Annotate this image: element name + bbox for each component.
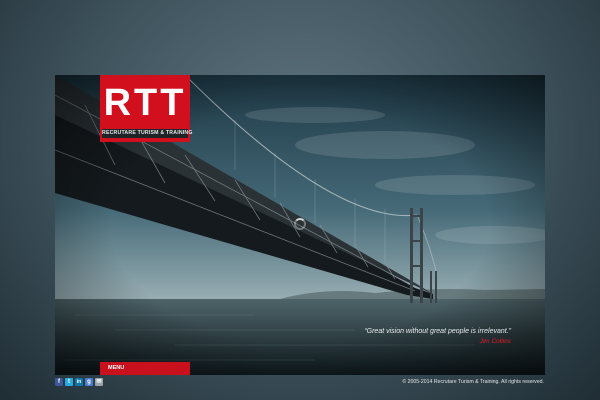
logo-mark: RTT <box>103 82 187 124</box>
hero-background: RTT Recrutare Turism & Training “Great v… <box>55 75 545 375</box>
quote-text: “Great vision without great people is ir… <box>364 328 511 335</box>
loading-spinner-icon <box>294 218 306 230</box>
email-icon[interactable]: ✉ <box>95 378 103 386</box>
google-plus-icon[interactable]: g <box>85 378 93 386</box>
quote-author: Jim Collins <box>479 338 511 345</box>
facebook-icon[interactable]: f <box>55 378 63 386</box>
twitter-icon[interactable]: t <box>65 378 73 386</box>
quote: “Great vision without great people is ir… <box>364 327 511 347</box>
copyright: © 2005-2014 Recrutare Turism & Training.… <box>402 379 544 385</box>
social-links: f t in g ✉ <box>55 378 103 386</box>
logo-tagline: Recrutare Turism & Training <box>102 129 193 138</box>
linkedin-icon[interactable]: in <box>75 378 83 386</box>
logo[interactable]: RTT Recrutare Turism & Training <box>100 75 193 142</box>
menu-button[interactable]: Menu <box>100 362 190 375</box>
